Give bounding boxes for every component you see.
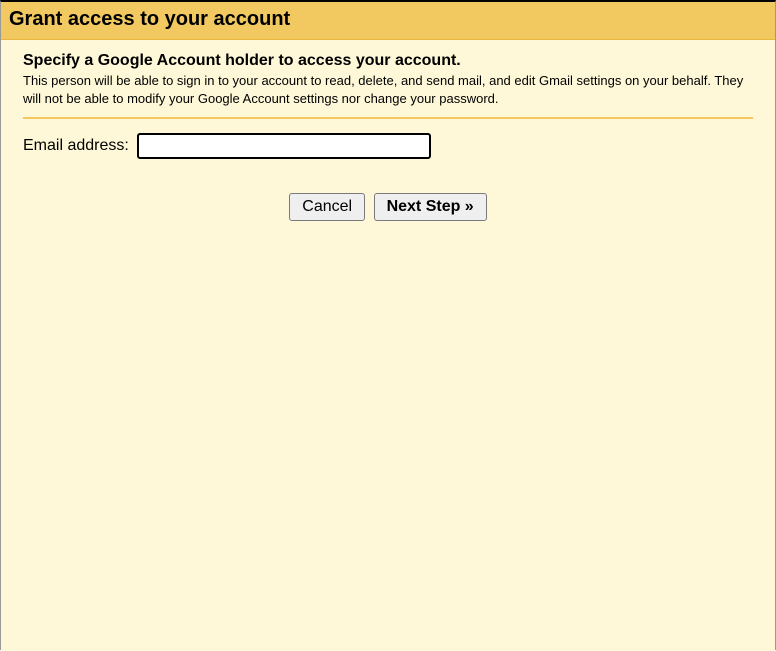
button-row: Cancel Next Step »	[23, 193, 753, 221]
intro-description: This person will be able to sign in to y…	[23, 72, 753, 107]
email-form-row: Email address:	[23, 133, 753, 159]
dialog-content: Specify a Google Account holder to acces…	[1, 40, 775, 651]
dialog-container: Grant access to your account Specify a G…	[0, 0, 776, 650]
intro-subtitle: Specify a Google Account holder to acces…	[23, 52, 753, 70]
email-label: Email address:	[23, 137, 129, 155]
email-input[interactable]	[137, 133, 431, 159]
next-step-button[interactable]: Next Step »	[374, 193, 487, 221]
cancel-button[interactable]: Cancel	[289, 193, 365, 221]
dialog-header: Grant access to your account	[1, 2, 775, 40]
dialog-title: Grant access to your account	[9, 8, 767, 31]
divider	[23, 117, 753, 119]
